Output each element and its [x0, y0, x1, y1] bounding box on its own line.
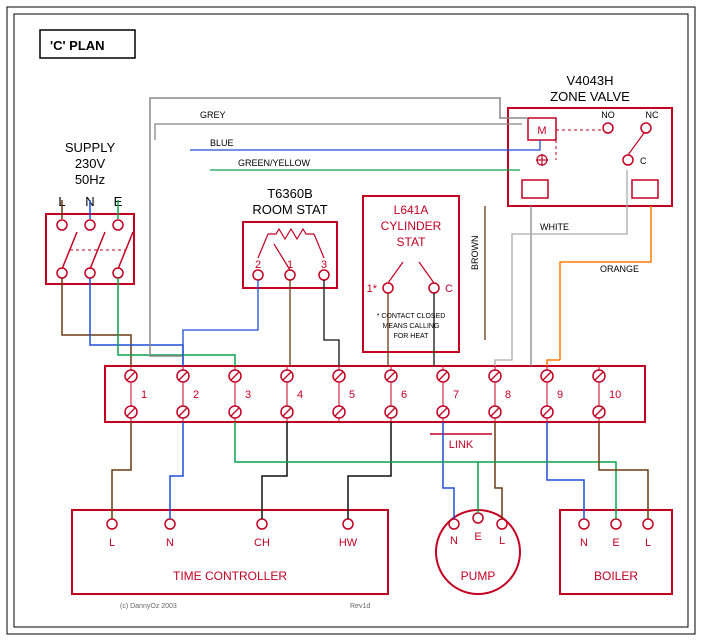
svg-text:V4043H: V4043H	[567, 73, 614, 88]
svg-text:E: E	[612, 537, 619, 549]
svg-text:L: L	[645, 537, 651, 549]
svg-text:N: N	[450, 535, 458, 547]
svg-text:BROWN: BROWN	[470, 236, 480, 271]
time-controller: TIME CONTROLLER L N CH HW	[72, 510, 388, 594]
svg-text:1: 1	[141, 389, 147, 401]
svg-text:SUPPLY: SUPPLY	[65, 140, 116, 155]
svg-text:L641A: L641A	[394, 203, 429, 217]
svg-text:1: 1	[287, 259, 293, 271]
wiring-diagram: 'C' PLAN SUPPLY 230V 50Hz L N E T6360B R…	[0, 0, 702, 641]
svg-text:STAT: STAT	[397, 235, 427, 249]
svg-text:FOR HEAT: FOR HEAT	[394, 333, 430, 340]
svg-text:ORANGE: ORANGE	[600, 264, 639, 274]
svg-text:N: N	[166, 537, 174, 549]
svg-text:GREEN/YELLOW: GREEN/YELLOW	[238, 158, 311, 168]
svg-text:MEANS CALLING: MEANS CALLING	[383, 323, 440, 330]
title-box: 'C' PLAN	[40, 30, 135, 58]
svg-text:10: 10	[609, 389, 621, 401]
svg-text:5: 5	[349, 389, 355, 401]
svg-text:TIME CONTROLLER: TIME CONTROLLER	[173, 569, 287, 583]
title-text: 'C' PLAN	[50, 38, 105, 53]
svg-text:9: 9	[557, 389, 563, 401]
cylinder-stat: L641A CYLINDER STAT 1* C * CONTACT CLOSE…	[363, 196, 459, 352]
svg-text:* CONTACT CLOSED: * CONTACT CLOSED	[377, 313, 446, 320]
revision: Rev1d	[350, 603, 370, 610]
zone-valve: V4043H ZONE VALVE M NO NC C	[508, 73, 672, 206]
svg-text:ROOM STAT: ROOM STAT	[252, 202, 327, 217]
junction-box: 1 2 3 4 5 6 7 8 9 10	[105, 366, 645, 422]
svg-text:7: 7	[453, 389, 459, 401]
svg-text:NC: NC	[646, 110, 659, 120]
svg-text:50Hz: 50Hz	[75, 172, 105, 187]
svg-text:M: M	[537, 125, 546, 137]
wires: GREY BLUE GREEN/YELLOW BROWN WHITE ORANG…	[62, 98, 651, 519]
svg-text:WHITE: WHITE	[540, 222, 569, 232]
svg-text:PUMP: PUMP	[461, 569, 496, 583]
svg-text:ZONE VALVE: ZONE VALVE	[550, 89, 630, 104]
supply-label: SUPPLY 230V 50Hz	[65, 140, 116, 187]
svg-text:CH: CH	[254, 537, 270, 549]
svg-text:2: 2	[255, 259, 261, 271]
svg-text:4: 4	[297, 389, 303, 401]
svg-text:HW: HW	[339, 537, 358, 549]
pump: PUMP N E L	[436, 510, 520, 594]
svg-text:BOILER: BOILER	[594, 569, 638, 583]
svg-text:N: N	[580, 537, 588, 549]
svg-text:8: 8	[505, 389, 511, 401]
svg-text:L: L	[499, 535, 505, 547]
copyright: (c) DannyOz 2003	[120, 603, 177, 610]
room-stat: T6360B ROOM STAT 2 1 3	[243, 186, 337, 288]
svg-text:1*: 1*	[367, 283, 378, 295]
boiler: BOILER N E L	[560, 510, 672, 594]
svg-text:3: 3	[321, 259, 327, 271]
svg-text:2: 2	[193, 389, 199, 401]
svg-text:T6360B: T6360B	[267, 186, 313, 201]
svg-text:L: L	[109, 537, 115, 549]
svg-text:BLUE: BLUE	[210, 138, 234, 148]
svg-text:GREY: GREY	[200, 110, 226, 120]
svg-text:230V: 230V	[75, 156, 106, 171]
svg-text:LINK: LINK	[449, 439, 474, 451]
svg-text:E: E	[474, 531, 481, 543]
svg-text:6: 6	[401, 389, 407, 401]
svg-text:CYLINDER: CYLINDER	[381, 219, 442, 233]
svg-text:C: C	[445, 283, 453, 295]
svg-text:3: 3	[245, 389, 251, 401]
